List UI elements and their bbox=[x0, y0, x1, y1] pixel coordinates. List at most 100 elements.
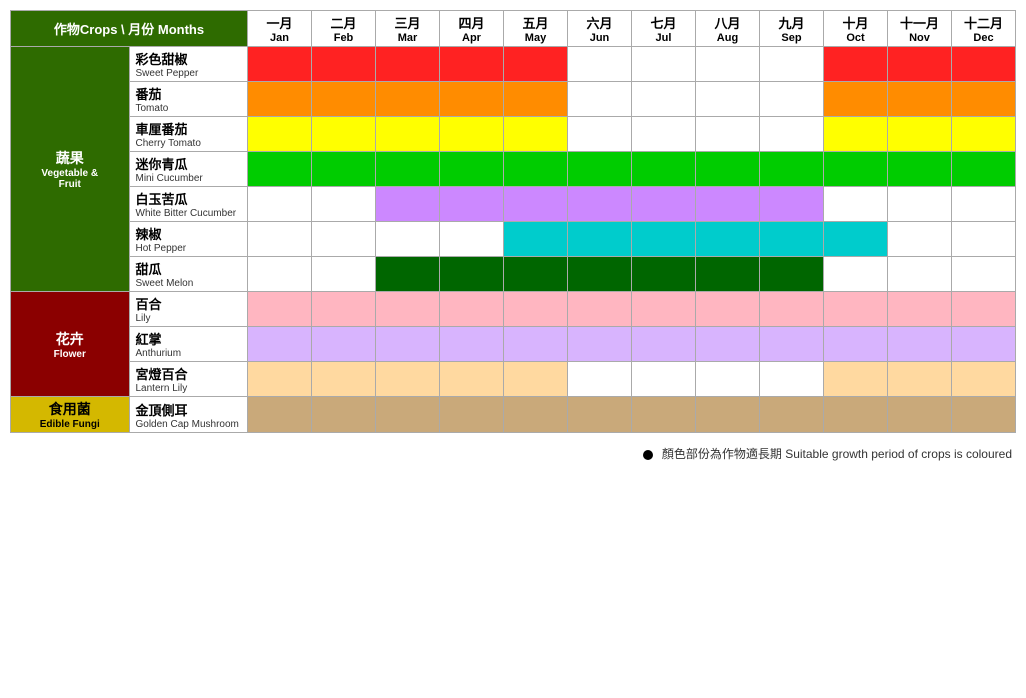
month-cell bbox=[248, 292, 312, 327]
month-cell bbox=[312, 292, 376, 327]
month-cell bbox=[376, 47, 440, 82]
month-cell bbox=[248, 82, 312, 117]
crop-row: 食用菌Edible Fungi金頂側耳Golden Cap Mushroom bbox=[11, 397, 1016, 433]
month-cell bbox=[952, 117, 1016, 152]
month-cell bbox=[312, 327, 376, 362]
month-cell bbox=[952, 292, 1016, 327]
month-cell bbox=[248, 397, 312, 433]
month-cell bbox=[248, 362, 312, 397]
month-cell bbox=[568, 222, 632, 257]
month-cell bbox=[440, 187, 504, 222]
month-cell bbox=[376, 82, 440, 117]
crop-row: 甜瓜Sweet Melon bbox=[11, 257, 1016, 292]
crop-row: 紅掌Anthurium bbox=[11, 327, 1016, 362]
month-cell bbox=[504, 362, 568, 397]
month-cell bbox=[440, 397, 504, 433]
month-cell bbox=[504, 292, 568, 327]
page-wrapper: 作物Crops \ 月份 Months 一月Jan二月Feb三月Mar四月Apr… bbox=[10, 10, 1016, 462]
month-cell bbox=[824, 292, 888, 327]
month-cell bbox=[376, 292, 440, 327]
month-cell bbox=[760, 327, 824, 362]
month-cell bbox=[632, 397, 696, 433]
month-header-jan: 一月Jan bbox=[248, 11, 312, 47]
legend-dot-icon bbox=[643, 450, 653, 460]
month-cell bbox=[312, 222, 376, 257]
month-cell bbox=[696, 257, 760, 292]
month-cell bbox=[440, 292, 504, 327]
month-cell bbox=[632, 257, 696, 292]
month-cell bbox=[888, 47, 952, 82]
month-cell bbox=[824, 222, 888, 257]
corner-header: 作物Crops \ 月份 Months bbox=[11, 11, 248, 47]
month-cell bbox=[440, 82, 504, 117]
month-cell bbox=[376, 152, 440, 187]
month-header-oct: 十月Oct bbox=[824, 11, 888, 47]
month-cell bbox=[568, 397, 632, 433]
month-cell bbox=[888, 397, 952, 433]
month-cell bbox=[504, 257, 568, 292]
month-cell bbox=[312, 82, 376, 117]
month-cell bbox=[952, 397, 1016, 433]
month-cell bbox=[376, 117, 440, 152]
month-cell bbox=[696, 327, 760, 362]
crop-name-cell: 迷你青瓜Mini Cucumber bbox=[129, 152, 248, 187]
month-cell bbox=[376, 397, 440, 433]
month-header-jun: 六月Jun bbox=[568, 11, 632, 47]
month-header-mar: 三月Mar bbox=[376, 11, 440, 47]
month-cell bbox=[696, 222, 760, 257]
month-cell bbox=[888, 117, 952, 152]
month-cell bbox=[248, 222, 312, 257]
month-cell bbox=[568, 187, 632, 222]
month-cell bbox=[760, 82, 824, 117]
month-cell bbox=[824, 362, 888, 397]
month-cell bbox=[888, 152, 952, 187]
month-cell bbox=[824, 47, 888, 82]
month-cell bbox=[312, 187, 376, 222]
header-row: 作物Crops \ 月份 Months 一月Jan二月Feb三月Mar四月Apr… bbox=[11, 11, 1016, 47]
month-cell bbox=[504, 327, 568, 362]
month-cell bbox=[632, 82, 696, 117]
month-header-aug: 八月Aug bbox=[696, 11, 760, 47]
crop-name-cell: 車厘番茄Cherry Tomato bbox=[129, 117, 248, 152]
month-cell bbox=[312, 152, 376, 187]
month-cell bbox=[696, 292, 760, 327]
month-cell bbox=[760, 47, 824, 82]
month-cell bbox=[696, 397, 760, 433]
month-cell bbox=[376, 222, 440, 257]
month-cell bbox=[248, 117, 312, 152]
month-header-feb: 二月Feb bbox=[312, 11, 376, 47]
month-cell bbox=[952, 222, 1016, 257]
month-cell bbox=[952, 187, 1016, 222]
month-cell bbox=[248, 327, 312, 362]
month-cell bbox=[568, 82, 632, 117]
month-cell bbox=[760, 362, 824, 397]
month-cell bbox=[376, 327, 440, 362]
month-cell bbox=[440, 222, 504, 257]
crop-row: 蔬果Vegetable &Fruit彩色甜椒Sweet Pepper bbox=[11, 47, 1016, 82]
month-cell bbox=[952, 152, 1016, 187]
month-cell bbox=[312, 397, 376, 433]
crop-row: 番茄Tomato bbox=[11, 82, 1016, 117]
month-cell bbox=[440, 362, 504, 397]
crop-name-cell: 番茄Tomato bbox=[129, 82, 248, 117]
month-header-nov: 十一月Nov bbox=[888, 11, 952, 47]
month-cell bbox=[888, 222, 952, 257]
month-cell bbox=[248, 47, 312, 82]
month-cell bbox=[504, 187, 568, 222]
crop-row: 白玉苦瓜White Bitter Cucumber bbox=[11, 187, 1016, 222]
month-cell bbox=[888, 257, 952, 292]
month-cell bbox=[824, 82, 888, 117]
month-cell bbox=[760, 292, 824, 327]
month-cell bbox=[568, 152, 632, 187]
crop-name-cell: 甜瓜Sweet Melon bbox=[129, 257, 248, 292]
month-cell bbox=[696, 187, 760, 222]
crop-row: 宮燈百合Lantern Lily bbox=[11, 362, 1016, 397]
month-cell bbox=[312, 117, 376, 152]
month-cell bbox=[440, 117, 504, 152]
month-cell bbox=[568, 327, 632, 362]
category-cell-0: 蔬果Vegetable &Fruit bbox=[11, 47, 130, 292]
month-header-jul: 七月Jul bbox=[632, 11, 696, 47]
month-cell bbox=[504, 47, 568, 82]
month-cell bbox=[504, 117, 568, 152]
month-cell bbox=[248, 187, 312, 222]
